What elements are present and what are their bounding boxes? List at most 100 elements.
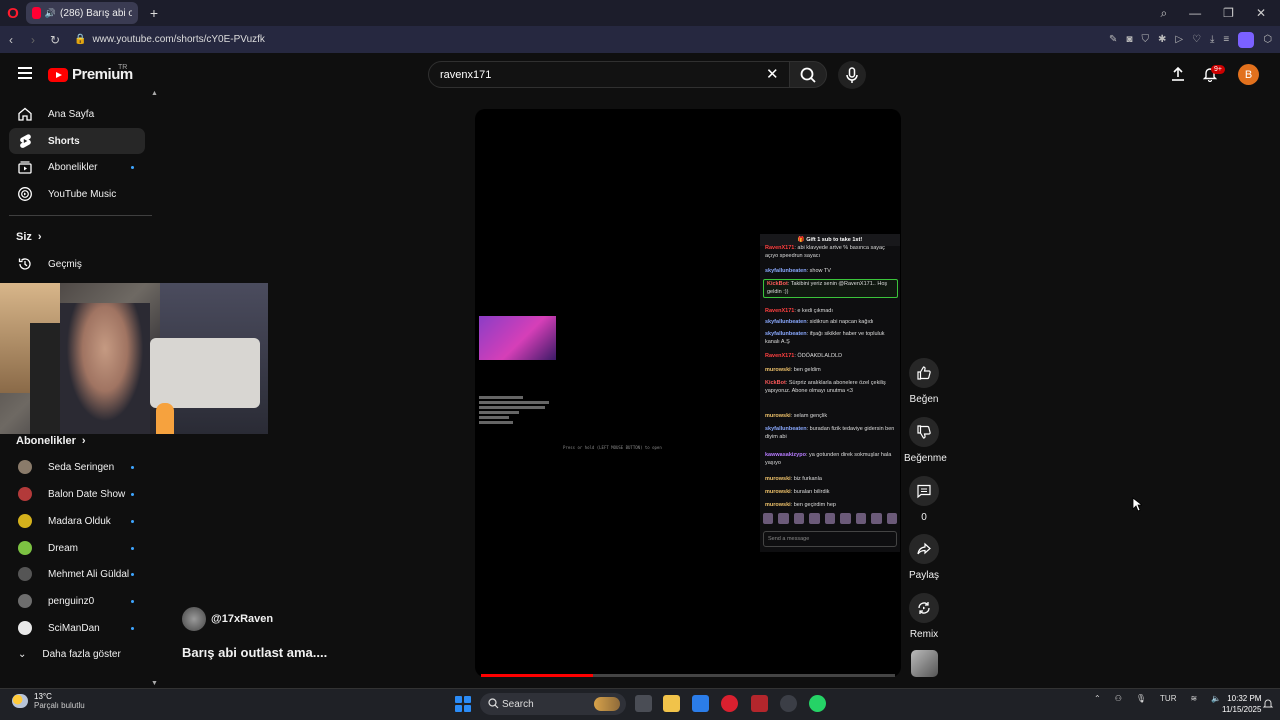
network-icon[interactable]: ⚇ bbox=[1115, 694, 1122, 703]
sidebar-item-shorts[interactable]: Shorts bbox=[9, 128, 145, 154]
forward-icon[interactable]: › bbox=[22, 33, 44, 47]
channel-name[interactable]: @17xRaven bbox=[211, 613, 273, 625]
search-tabs-icon[interactable]: ⌕ bbox=[1160, 6, 1167, 21]
sidebar-scroll-down-icon[interactable]: ▼ bbox=[151, 680, 158, 687]
edit-icon[interactable]: ✎ bbox=[1109, 34, 1117, 45]
video-progress-fill bbox=[481, 674, 593, 677]
system-tray: ⌃ ⚇ 🎙 TUR ≋ 🔈 bbox=[1094, 694, 1221, 703]
sidebar-item-youtube-music[interactable]: YouTube Music bbox=[9, 181, 145, 207]
like-button[interactable]: Beğen bbox=[904, 358, 944, 405]
weather-widget[interactable]: 13°C Parçalı bulutlu bbox=[12, 692, 85, 710]
new-tab-button[interactable]: + bbox=[146, 5, 162, 21]
windows-start-icon[interactable] bbox=[455, 696, 471, 712]
browser-tab-bar: O 🔊 (286) Barış abi outlast + ⌕ — ❐ ✕ bbox=[0, 0, 1280, 26]
chevron-right-icon: › bbox=[37, 231, 42, 243]
search-input[interactable]: ravenx171 bbox=[428, 61, 790, 88]
system-clock[interactable]: 10:32 PM 11/15/2025 bbox=[1222, 693, 1261, 715]
download-icon[interactable]: ⤓ bbox=[1210, 34, 1214, 45]
opera-logo-icon[interactable]: O bbox=[0, 0, 26, 26]
reload-icon[interactable]: ↻ bbox=[44, 33, 66, 47]
thumbs-down-icon bbox=[917, 425, 931, 439]
sidebar-item-subscriptions[interactable]: Abonelikler bbox=[9, 154, 145, 180]
upload-icon[interactable] bbox=[1170, 66, 1186, 87]
clear-search-icon[interactable]: ✕ bbox=[766, 65, 779, 83]
player-icon[interactable]: ▷ bbox=[1175, 34, 1183, 45]
whatsapp-icon[interactable] bbox=[809, 695, 826, 712]
short-title[interactable]: Barış abi outlast ama.... bbox=[182, 645, 327, 660]
subscriptions-icon bbox=[17, 159, 33, 175]
account-avatar[interactable]: B bbox=[1238, 64, 1259, 85]
heart-icon[interactable]: ♡ bbox=[1192, 34, 1201, 45]
subscription-item[interactable]: Seda Seringen bbox=[9, 454, 145, 480]
hamburger-menu-icon[interactable] bbox=[18, 67, 32, 79]
chat-message: murowski: selam gençlik bbox=[765, 413, 828, 419]
back-icon[interactable]: ‹ bbox=[0, 33, 22, 47]
sidebar-item-history[interactable]: Geçmiş bbox=[9, 251, 145, 277]
subscription-item[interactable]: Dream bbox=[9, 535, 145, 561]
mouse-cursor-icon bbox=[1132, 497, 1144, 517]
menu-list-icon[interactable]: ≡ bbox=[1223, 34, 1229, 45]
speaker-icon[interactable]: 🔊 bbox=[45, 8, 56, 19]
chat-text: ÖDÖAKDLALDLD bbox=[797, 353, 843, 359]
tray-overflow-icon[interactable]: ⌃ bbox=[1094, 694, 1101, 703]
sidebar-scroll-up-icon[interactable]: ▲ bbox=[151, 90, 158, 97]
share-button[interactable]: Paylaş bbox=[904, 534, 944, 581]
subscription-name: Madara Olduk bbox=[48, 515, 111, 527]
chevron-right-icon: › bbox=[81, 435, 86, 447]
chevron-down-icon: ⌄ bbox=[18, 648, 27, 660]
channel-avatar[interactable] bbox=[182, 607, 206, 631]
voice-search-button[interactable] bbox=[838, 61, 866, 89]
sidebar-item-label: YouTube Music bbox=[48, 188, 117, 200]
browser-tab[interactable]: 🔊 (286) Barış abi outlast bbox=[26, 2, 138, 24]
show-more-button[interactable]: ⌄ Daha fazla göster bbox=[9, 641, 145, 667]
chat-username: KickBot bbox=[765, 380, 786, 386]
remix-button[interactable]: Remix bbox=[904, 593, 944, 640]
chat-message: murowski: ben geldim bbox=[765, 367, 821, 373]
search-button[interactable] bbox=[789, 61, 827, 88]
sidebar-item-home[interactable]: Ana Sayfa bbox=[9, 101, 145, 127]
opera-taskbar-icon[interactable] bbox=[721, 695, 738, 712]
partly-cloudy-icon bbox=[12, 694, 28, 708]
new-content-dot bbox=[131, 165, 134, 169]
chat-message: murowski: buraları bilirdik bbox=[765, 489, 830, 495]
volume-icon[interactable]: 🔈 bbox=[1211, 694, 1221, 703]
sidebar-you-heading[interactable]: Siz › bbox=[16, 231, 42, 243]
subscription-item[interactable]: Balon Date Show bbox=[9, 481, 145, 507]
outlook-icon[interactable] bbox=[692, 695, 709, 712]
box-icon[interactable]: ⬡ bbox=[1263, 34, 1272, 45]
subscription-name: SciManDan bbox=[48, 622, 100, 634]
minimize-icon[interactable]: — bbox=[1189, 6, 1201, 20]
profile-icon[interactable] bbox=[1238, 31, 1255, 48]
share-icon bbox=[917, 542, 931, 555]
clock-time: 10:32 PM bbox=[1227, 694, 1262, 703]
streaming-app-icon[interactable] bbox=[751, 695, 768, 712]
microphone-tray-icon[interactable]: 🎙 bbox=[1136, 694, 1146, 703]
notification-center-icon[interactable] bbox=[1262, 697, 1274, 715]
url-field[interactable]: www.youtube.com/shorts/cY0E-PVuzfk bbox=[92, 34, 264, 45]
wifi-icon[interactable]: ≋ bbox=[1190, 694, 1197, 703]
channel-avatar bbox=[18, 487, 32, 501]
shield-icon[interactable]: ⛉ bbox=[1141, 34, 1149, 45]
dislike-button[interactable]: Beğenme bbox=[904, 417, 947, 464]
subscription-item[interactable]: SciManDan bbox=[9, 615, 145, 641]
subscription-name: Mehmet Ali Güldal bbox=[48, 568, 130, 580]
sound-thumbnail[interactable] bbox=[911, 650, 938, 677]
subscription-item[interactable]: penguinz0 bbox=[9, 588, 145, 614]
extension-icon[interactable]: ✱ bbox=[1158, 34, 1166, 45]
steam-icon[interactable] bbox=[780, 695, 797, 712]
youtube-premium-logo[interactable]: Premium TR bbox=[48, 64, 133, 83]
sidebar-subscriptions-heading[interactable]: Abonelikler › bbox=[16, 435, 86, 447]
notification-count-badge: 9+ bbox=[1211, 65, 1225, 74]
file-explorer-icon[interactable] bbox=[663, 695, 680, 712]
close-window-icon[interactable]: ✕ bbox=[1256, 6, 1266, 20]
chat-message: KickBot: Takibini yeriz senin @RavenX171… bbox=[763, 279, 898, 298]
taskbar-search-box[interactable]: Search bbox=[480, 693, 626, 715]
task-view-icon[interactable] bbox=[635, 695, 652, 712]
channel-avatar bbox=[18, 567, 32, 581]
comments-button[interactable]: 0 bbox=[904, 476, 944, 523]
input-language[interactable]: TUR bbox=[1160, 694, 1176, 703]
subscription-item[interactable]: Madara Olduk bbox=[9, 508, 145, 534]
maximize-icon[interactable]: ❐ bbox=[1223, 6, 1234, 20]
subscription-item[interactable]: Mehmet Ali Güldal bbox=[9, 561, 145, 587]
camera-icon[interactable]: ◙ bbox=[1126, 34, 1132, 45]
